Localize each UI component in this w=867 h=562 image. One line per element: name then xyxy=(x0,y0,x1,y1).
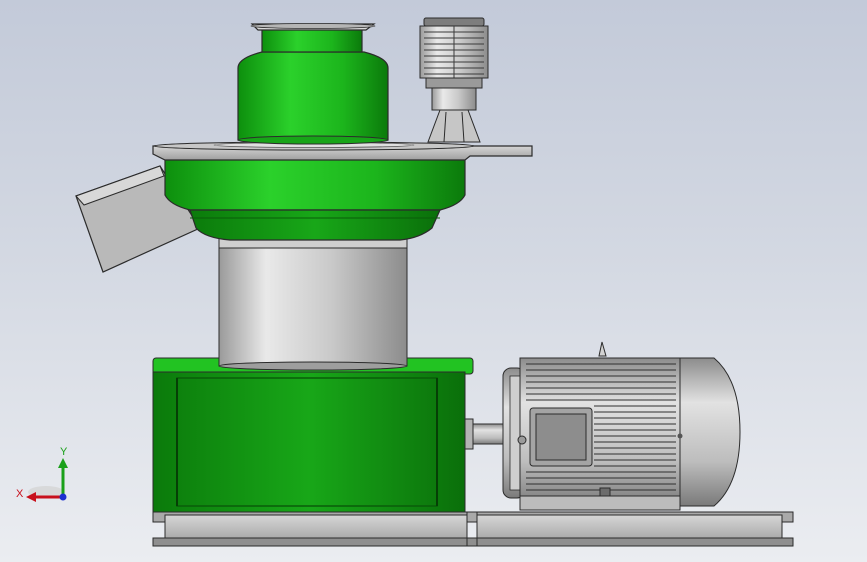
green-gearbox-base xyxy=(152,357,474,513)
cad-viewport[interactable]: Y X xyxy=(0,0,867,562)
y-axis-arrowhead xyxy=(58,458,68,468)
grey-column xyxy=(218,237,408,371)
gear-reducer-motor xyxy=(419,17,489,143)
z-axis-dot xyxy=(59,493,67,501)
flange-plate xyxy=(152,141,533,161)
axis-triad: Y X xyxy=(16,446,68,502)
green-pressing-chamber xyxy=(164,157,466,241)
upper-green-cylinder xyxy=(237,51,389,145)
main-electric-motor xyxy=(502,341,741,511)
skid-frame xyxy=(152,511,794,547)
feed-inlet-hopper-ring xyxy=(250,23,376,53)
shaft-coupling xyxy=(464,418,508,450)
x-axis-label: X xyxy=(16,488,24,500)
y-axis-label: Y xyxy=(60,446,68,458)
